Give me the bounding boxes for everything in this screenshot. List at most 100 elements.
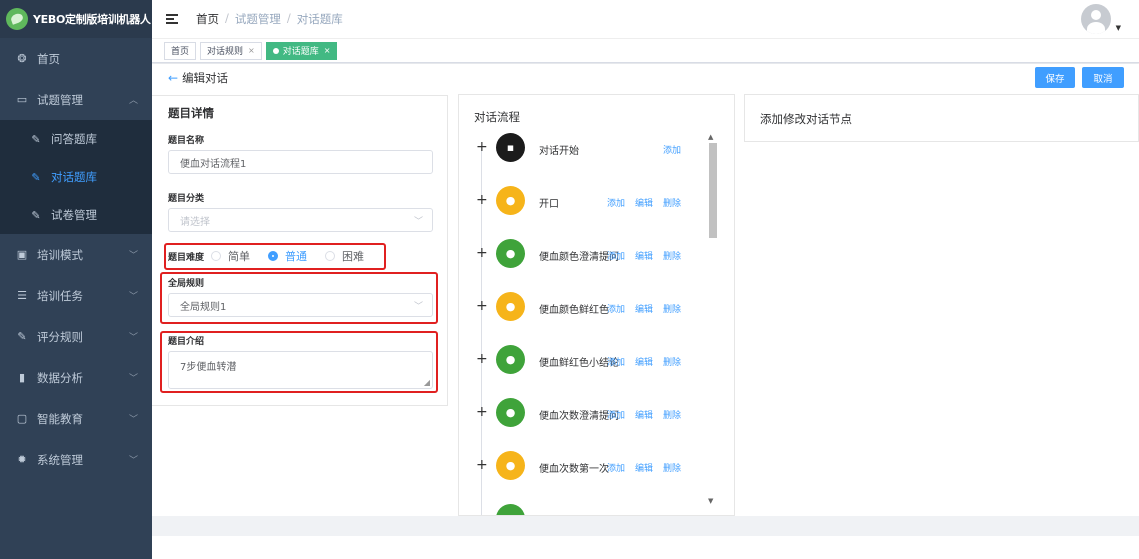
expand-plus-icon[interactable]: + [476, 352, 488, 366]
top-header: 首页 / 试题管理 / 对话题库 ▼ [152, 0, 1139, 39]
footer-bar [152, 516, 1139, 536]
chevron-down-icon: ﹀ [128, 415, 138, 425]
edit-link[interactable]: 编辑 [635, 302, 653, 315]
sidebar-item-home[interactable]: ❂ 首页 [0, 38, 152, 79]
sidebar-item-label: 培训任务 [37, 288, 83, 303]
expand-plus-icon[interactable]: + [476, 299, 488, 313]
delete-link[interactable]: 删除 [663, 249, 681, 262]
delete-link[interactable]: 删除 [663, 355, 681, 368]
back-link[interactable]: ← 编辑对话 [168, 70, 228, 86]
sidebar-item-question-management[interactable]: ▭ 试题管理 ︿ [0, 79, 152, 120]
node-actions: 添加 编辑 删除 [607, 355, 681, 368]
dialogue-flow-panel: 对话流程 + ▪ 对话开始 添加 + ● 开口 添加 编辑 删除 + ● 便血颜… [458, 94, 735, 516]
user-icon: ● [496, 186, 525, 215]
add-link[interactable]: 添加 [607, 249, 625, 262]
bar-chart-icon: ▮ [18, 371, 26, 384]
edit-link[interactable]: 编辑 [635, 355, 653, 368]
scroll-down-icon[interactable]: ▼ [708, 497, 713, 505]
add-link[interactable]: 添加 [607, 461, 625, 474]
sidebar-item-paper-management[interactable]: ✎ 试卷管理 [0, 196, 152, 234]
sidebar-item-training-mode[interactable]: ▣ 培训模式 ﹀ [0, 234, 152, 275]
sidebar-item-label: 试题管理 [37, 92, 83, 107]
close-icon[interactable]: × [324, 46, 331, 55]
app-logo[interactable]: YEBO定制版培训机器人 [0, 0, 152, 38]
user-icon: ● [496, 292, 525, 321]
node-actions: 添加 编辑 删除 [607, 249, 681, 262]
add-link[interactable]: 添加 [607, 196, 625, 209]
sidebar-item-scoring-rules[interactable]: ✎ 评分规则 ﹀ [0, 316, 152, 357]
tag-dialogue-bank[interactable]: 对话题库 × [265, 41, 338, 60]
tag-label: 对话规则 [207, 47, 244, 57]
breadcrumb-home[interactable]: 首页 [196, 11, 219, 27]
tag-dialogue-rules[interactable]: 对话规则 × [200, 41, 262, 60]
scroll-up-icon[interactable]: ▲ [708, 133, 713, 141]
avatar[interactable] [1081, 4, 1111, 34]
node-label: 便血次数第一次 [539, 464, 609, 475]
delete-link[interactable]: 删除 [663, 408, 681, 421]
edit-link[interactable]: 编辑 [635, 408, 653, 421]
node-actions: 添加 编辑 删除 [607, 408, 681, 421]
sidebar-item-qa-bank[interactable]: ✎ 问答题库 [0, 120, 152, 158]
sidebar-item-label: 数据分析 [37, 370, 83, 385]
edit-link[interactable]: 编辑 [635, 196, 653, 209]
main-content: ← 编辑对话 保存 取消 题目详情 题目名称 便血对话流程1 题目分类 请选择 … [152, 64, 1139, 516]
sidebar-item-dialogue-bank[interactable]: ✎ 对话题库 [0, 158, 152, 196]
add-link[interactable]: 添加 [607, 302, 625, 315]
sidebar-item-training-task[interactable]: ☰ 培训任务 ﹀ [0, 275, 152, 316]
chevron-down-icon: ﹀ [128, 333, 138, 343]
edit-icon: ✎ [31, 170, 41, 184]
flow-node[interactable]: + ● 便血次数澄清提问 添加 编辑 删除 [459, 398, 709, 428]
edit-link[interactable]: 编辑 [635, 461, 653, 474]
sidebar-item-smart-education[interactable]: ▢ 智能教育 ﹀ [0, 398, 152, 439]
delete-link[interactable]: 删除 [663, 302, 681, 315]
cancel-button[interactable]: 取消 [1082, 67, 1124, 88]
sidebar-item-label: 智能教育 [37, 411, 83, 426]
question-name-input[interactable]: 便血对话流程1 [168, 150, 433, 174]
delete-link[interactable]: 删除 [663, 196, 681, 209]
highlight-box-intro [160, 331, 438, 393]
leaf-logo-icon [6, 8, 28, 30]
hamburger-icon[interactable] [166, 14, 178, 24]
flow-node[interactable]: + ● 便血鲜红色小结论 添加 编辑 删除 [459, 345, 709, 375]
dashboard-icon: ❂ [17, 52, 27, 65]
breadcrumb-separator: / [225, 11, 229, 25]
delete-link[interactable]: 删除 [663, 461, 681, 474]
flow-node[interactable]: + ● 开口 添加 编辑 删除 [459, 186, 709, 216]
add-link[interactable]: 添加 [663, 143, 681, 156]
flow-node[interactable]: + ● 便血颜色澄清提问 添加 编辑 删除 [459, 239, 709, 269]
page-title: 编辑对话 [182, 71, 229, 85]
user-icon: ● [496, 451, 525, 480]
breadcrumb-separator: / [286, 11, 291, 25]
node-actions: 添加 [663, 143, 681, 156]
tags-view: 首页 对话规则 × 对话题库 × [152, 39, 1139, 63]
chat-icon: ▪ [496, 133, 525, 162]
node-actions: 添加 编辑 删除 [607, 302, 681, 315]
expand-plus-icon[interactable]: + [476, 458, 488, 472]
sidebar-item-label: 评分规则 [37, 329, 83, 344]
expand-plus-icon[interactable]: + [476, 246, 488, 260]
panel-title: 对话流程 [474, 110, 520, 124]
monitor-icon: ▣ [16, 248, 28, 261]
close-icon[interactable]: × [248, 46, 255, 55]
edit-link[interactable]: 编辑 [635, 249, 653, 262]
add-link[interactable]: 添加 [607, 408, 625, 421]
chevron-up-icon: ︿ [128, 96, 138, 106]
flow-node[interactable]: + ● 便血颜色鲜红色 添加 编辑 删除 [459, 292, 709, 322]
scrollbar[interactable] [709, 143, 717, 238]
expand-plus-icon[interactable]: + [476, 405, 488, 419]
sidebar-item-data-analysis[interactable]: ▮ 数据分析 ﹀ [0, 357, 152, 398]
save-button[interactable]: 保存 [1035, 67, 1075, 88]
expand-plus-icon[interactable]: + [476, 193, 488, 207]
expand-plus-icon[interactable]: + [476, 140, 488, 154]
category-select[interactable]: 请选择 ﹀ [168, 208, 433, 232]
flow-node[interactable]: + ● 便血次数第一次 添加 编辑 删除 [459, 451, 709, 481]
flow-node[interactable]: + ▪ 对话开始 添加 [459, 133, 709, 163]
tag-home[interactable]: 首页 [164, 41, 197, 60]
screen-icon: ▢ [16, 412, 28, 425]
sidebar-item-system-management[interactable]: ✹ 系统管理 ﹀ [0, 439, 152, 480]
sidebar: YEBO定制版培训机器人 ❂ 首页 ▭ 试题管理 ︿ ✎ 问答题库 ✎ 对话题库… [0, 0, 152, 559]
caret-down-icon[interactable]: ▼ [1116, 24, 1121, 32]
flow-node[interactable] [459, 504, 709, 515]
add-link[interactable]: 添加 [607, 355, 625, 368]
node-actions: 添加 编辑 删除 [607, 461, 681, 474]
